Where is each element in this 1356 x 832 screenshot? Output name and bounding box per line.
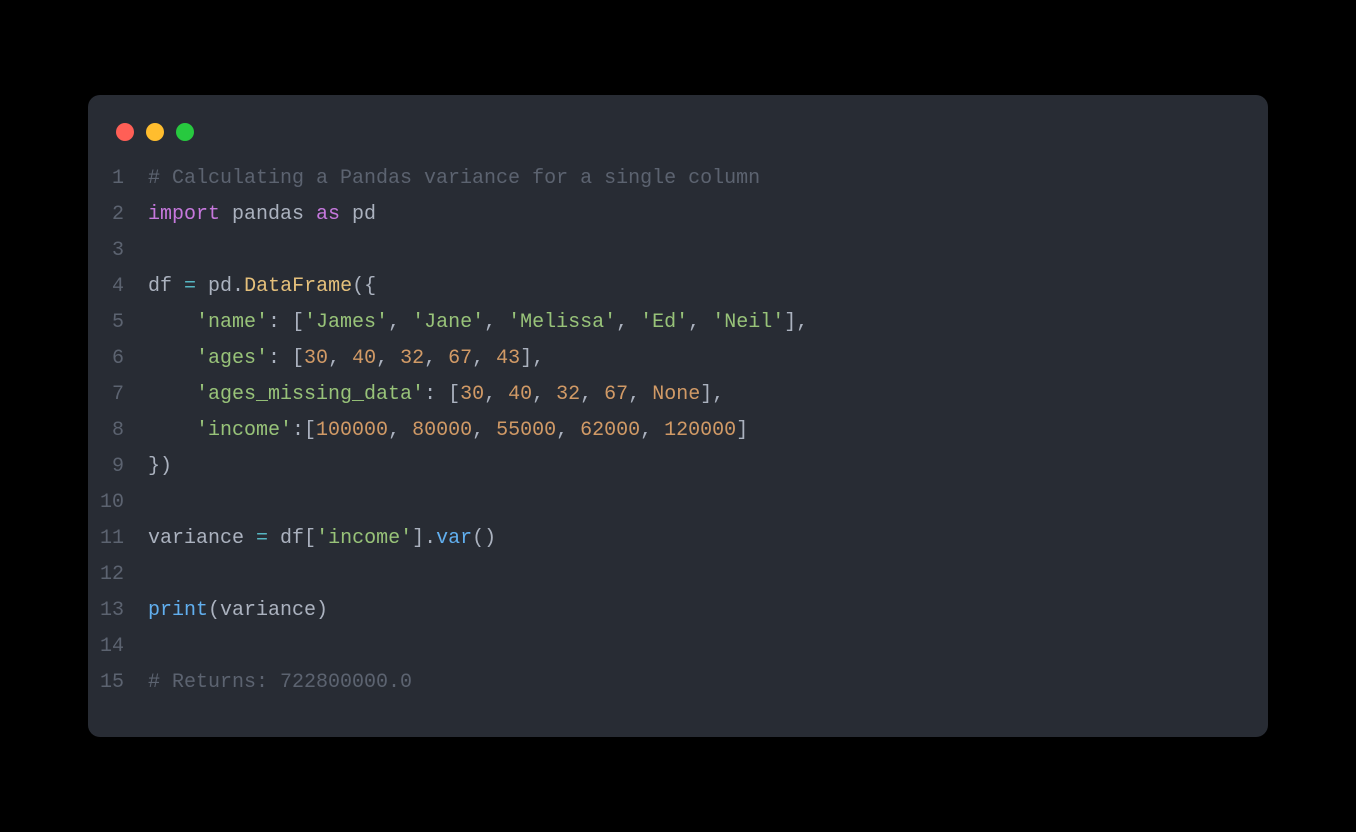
code-line: 13 print(variance) [88, 593, 1268, 629]
keyword-as: as [316, 203, 340, 226]
code-editor[interactable]: 1 # Calculating a Pandas variance for a … [88, 161, 1268, 701]
code-line: 2 import pandas as pd [88, 197, 1268, 233]
code-line: 1 # Calculating a Pandas variance for a … [88, 161, 1268, 197]
code-line: 4 df = pd.DataFrame({ [88, 269, 1268, 305]
brace-close: }) [148, 455, 172, 478]
line-number: 1 [88, 161, 148, 197]
line-number: 14 [88, 629, 148, 665]
window-close-button[interactable] [116, 123, 134, 141]
class-name: DataFrame [244, 275, 352, 298]
variable: df [148, 275, 184, 298]
line-number: 3 [88, 233, 148, 269]
dict-key: 'ages_missing_data' [196, 383, 424, 406]
code-line: 14 [88, 629, 1268, 665]
line-number: 9 [88, 449, 148, 485]
code-line: 15 # Returns: 722800000.0 [88, 665, 1268, 701]
line-number: 7 [88, 377, 148, 413]
line-number: 11 [88, 521, 148, 557]
line-number: 13 [88, 593, 148, 629]
operator: = [256, 527, 268, 550]
module-ref: pd [196, 275, 232, 298]
line-number: 2 [88, 197, 148, 233]
line-number: 5 [88, 305, 148, 341]
variable: variance [148, 527, 256, 550]
window-maximize-button[interactable] [176, 123, 194, 141]
alias: pd [340, 203, 376, 226]
method: var [436, 527, 472, 550]
dict-key: 'income' [196, 419, 292, 442]
comment: # Returns: 722800000.0 [148, 671, 412, 694]
builtin-print: print [148, 599, 208, 622]
code-line: 9 }) [88, 449, 1268, 485]
module-name: pandas [220, 203, 316, 226]
dict-key: 'name' [196, 311, 268, 334]
code-line: 8 'income':[100000, 80000, 55000, 62000,… [88, 413, 1268, 449]
operator: = [184, 275, 196, 298]
code-line: 7 'ages_missing_data': [30, 40, 32, 67, … [88, 377, 1268, 413]
window-titlebar [88, 119, 1268, 161]
line-number: 15 [88, 665, 148, 701]
code-line: 11 variance = df['income'].var() [88, 521, 1268, 557]
code-line: 6 'ages': [30, 40, 32, 67, 43], [88, 341, 1268, 377]
line-number: 4 [88, 269, 148, 305]
comment: # Calculating a Pandas variance for a si… [148, 167, 760, 190]
line-number: 6 [88, 341, 148, 377]
dict-key: 'ages' [196, 347, 268, 370]
code-line: 3 [88, 233, 1268, 269]
line-number: 8 [88, 413, 148, 449]
keyword-import: import [148, 203, 220, 226]
code-window: 1 # Calculating a Pandas variance for a … [88, 95, 1268, 737]
code-line: 12 [88, 557, 1268, 593]
line-number: 12 [88, 557, 148, 593]
code-line: 10 [88, 485, 1268, 521]
dot: . [232, 275, 244, 298]
window-minimize-button[interactable] [146, 123, 164, 141]
line-number: 10 [88, 485, 148, 521]
brace: ({ [352, 275, 376, 298]
code-line: 5 'name': ['James', 'Jane', 'Melissa', '… [88, 305, 1268, 341]
